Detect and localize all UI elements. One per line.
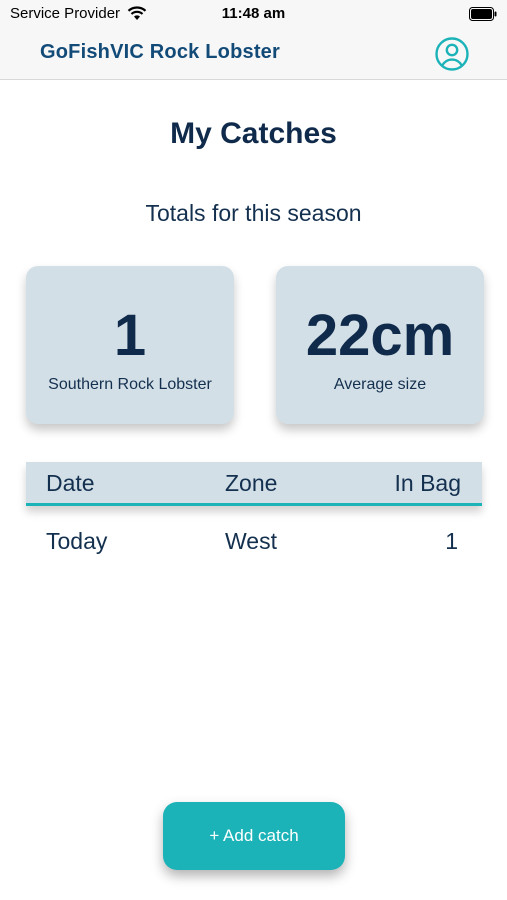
catch-count-label: Southern Rock Lobster bbox=[48, 376, 212, 393]
catch-count-card: 1 Southern Rock Lobster bbox=[26, 266, 234, 424]
app-title: GoFishVIC Rock Lobster bbox=[40, 41, 280, 63]
row-date: Today bbox=[46, 528, 108, 554]
status-bar: Service Provider 11:48 am bbox=[0, 0, 507, 28]
navigation-bar: GoFishVIC Rock Lobster bbox=[0, 28, 507, 80]
average-size-label: Average size bbox=[333, 376, 427, 393]
clock-time: 11:48 am bbox=[221, 5, 286, 22]
column-header-zone: Zone bbox=[225, 470, 278, 496]
table-row[interactable]: Today West 1 bbox=[26, 520, 482, 564]
average-size-value: 22cm bbox=[305, 303, 455, 368]
page-title: My Catches bbox=[170, 117, 337, 150]
battery-icon bbox=[469, 7, 497, 21]
add-catch-button[interactable]: + Add catch bbox=[163, 802, 345, 870]
season-totals-subtitle: Totals for this season bbox=[145, 200, 362, 226]
row-zone: West bbox=[225, 528, 277, 554]
catch-count-value: 1 bbox=[113, 303, 147, 368]
catches-table-header: Date Zone In Bag bbox=[26, 462, 482, 506]
average-size-card: 22cm Average size bbox=[276, 266, 484, 424]
user-circle-icon[interactable] bbox=[434, 36, 470, 72]
column-header-in-bag: In Bag bbox=[394, 470, 462, 496]
column-header-date: Date bbox=[46, 470, 95, 496]
row-in-bag: 1 bbox=[445, 528, 458, 554]
